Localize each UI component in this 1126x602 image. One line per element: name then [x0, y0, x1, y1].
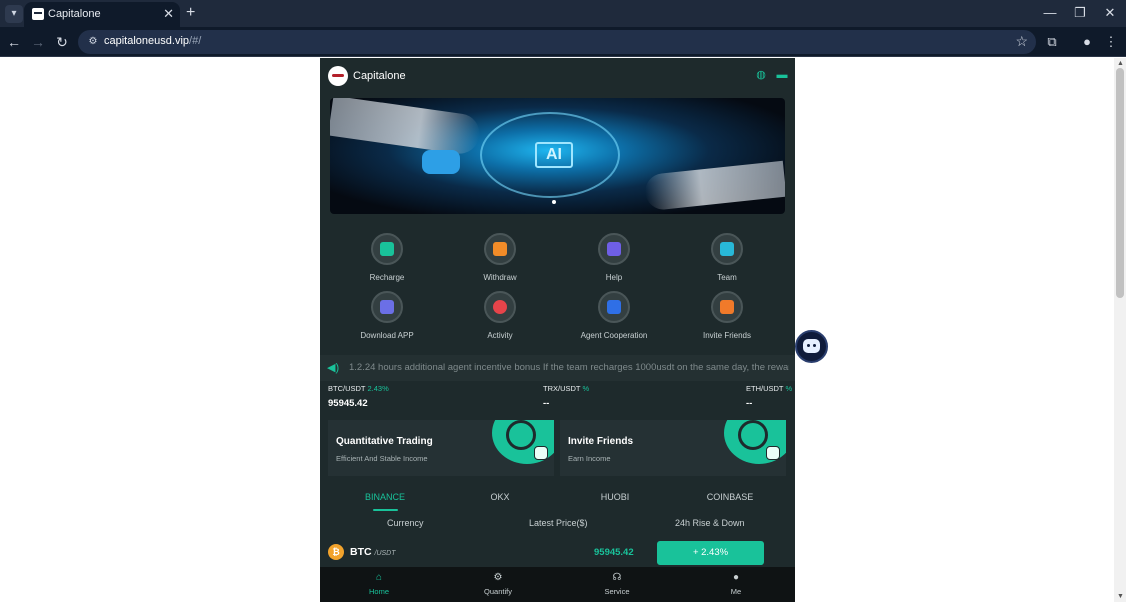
url-text[interactable]: capitaloneusd.vip/#/: [104, 35, 201, 47]
globe-icon[interactable]: ◍: [754, 68, 768, 82]
tab-binance[interactable]: BINANCE: [326, 492, 444, 502]
clock-badge-icon: [766, 446, 780, 460]
hero-banner[interactable]: AI: [330, 98, 785, 214]
tab-coinbase[interactable]: COINBASE: [671, 492, 789, 502]
robot-hand-left: [330, 98, 483, 157]
tab-title: Capitalone: [48, 8, 101, 20]
menu-kebab-icon[interactable]: ⋮: [1102, 33, 1120, 51]
support-bot-button[interactable]: [795, 330, 828, 363]
menu-download-app[interactable]: Download APP: [337, 291, 437, 347]
headset-icon: ☊: [612, 572, 622, 583]
brand-logo: [328, 66, 348, 86]
bookmark-star-icon[interactable]: ☆: [1015, 33, 1028, 50]
forward-button[interactable]: →: [29, 33, 47, 51]
browser-tab[interactable]: Capitalone ✕: [24, 2, 180, 27]
menu-activity[interactable]: Activity: [450, 291, 550, 347]
site-info-icon[interactable]: ⚙: [86, 35, 100, 49]
wallet-icon: [371, 233, 403, 265]
speaker-icon: ◀): [327, 362, 340, 374]
ticker-price: 95945.42: [328, 398, 368, 409]
notice-text: 1.2.24 hours additional agent incentive …: [349, 362, 789, 373]
menu-agent-cooperation[interactable]: Agent Cooperation: [564, 291, 664, 347]
card-title: Invite Friends: [568, 436, 634, 447]
card-subtitle: Earn Income: [568, 454, 611, 463]
nav-service[interactable]: ☊ Service: [558, 572, 676, 596]
carousel-indicator[interactable]: [552, 200, 556, 204]
bitcoin-icon: ₿: [328, 544, 344, 560]
menu-help[interactable]: Help: [564, 233, 664, 289]
bottom-nav: ⌂ Home ⚙ Quantify ☊ Service ● Me: [320, 567, 795, 602]
menu-recharge[interactable]: Recharge: [337, 233, 437, 289]
profile-icon[interactable]: ●: [1078, 33, 1096, 51]
card-subtitle: Efficient And Stable Income: [336, 454, 428, 463]
planet-icon: [492, 420, 554, 464]
scroll-down-icon[interactable]: ▼: [1117, 593, 1124, 600]
robot-head-icon: [422, 150, 460, 174]
restore-button[interactable]: ❐: [1068, 4, 1092, 22]
extensions-icon[interactable]: ⧉: [1043, 33, 1061, 51]
activity-icon: [484, 291, 516, 323]
market-row[interactable]: ₿ BTC /USDT 95945.42 + 2.43%: [320, 540, 795, 568]
omnibox[interactable]: ⚙ capitaloneusd.vip/#/ ☆: [78, 30, 1036, 54]
robot-hand-right: [643, 160, 785, 212]
banner-ai-label: AI: [535, 142, 573, 168]
nav-quantify[interactable]: ⚙ Quantify: [439, 572, 557, 596]
tab-list-button[interactable]: ▾: [5, 5, 23, 23]
ticker-trx[interactable]: TRX/USDT % --: [543, 384, 589, 409]
page-scrollbar[interactable]: ▲ ▼: [1114, 58, 1126, 602]
new-tab-button[interactable]: +: [186, 4, 195, 22]
menu-withdraw[interactable]: Withdraw: [450, 233, 550, 289]
app-container: Capitalone ◍ ▬ AI Recharge Withdraw Help…: [320, 58, 795, 602]
column-currency: Currency: [387, 518, 424, 528]
coin-symbol: BTC /USDT: [350, 546, 396, 558]
home-icon: ⌂: [375, 572, 383, 583]
document-badge-icon: [534, 446, 548, 460]
column-24h-change: 24h Rise & Down: [675, 518, 745, 528]
menu-team[interactable]: Team: [677, 233, 777, 289]
tab-okx[interactable]: OKX: [441, 492, 559, 502]
tab-huobi[interactable]: HUOBI: [556, 492, 674, 502]
menu-invite-friends[interactable]: Invite Friends: [677, 291, 777, 347]
card-title: Quantitative Trading: [336, 436, 433, 447]
back-button[interactable]: ←: [5, 33, 23, 51]
app-header: Capitalone ◍ ▬: [320, 58, 795, 94]
ticker-price: --: [746, 398, 753, 409]
coin-hand-icon: [484, 233, 516, 265]
column-latest-price: Latest Price($): [529, 518, 588, 528]
notice-bar[interactable]: ◀) 1.2.24 hours additional agent incenti…: [320, 355, 795, 381]
gift-icon: [711, 291, 743, 323]
ticker-eth[interactable]: ETH/USDT % --: [746, 384, 792, 409]
favicon-icon: [32, 8, 44, 20]
address-bar: ← → ↻ ⚙ capitaloneusd.vip/#/ ☆ ⧉ ● ⋮: [0, 27, 1126, 57]
team-icon: [711, 233, 743, 265]
minimize-button[interactable]: —: [1038, 4, 1062, 22]
card-invite-friends[interactable]: Invite Friends Earn Income: [560, 420, 786, 476]
browser-tabbar: ▾ Capitalone ✕ + — ❐ ✕: [0, 0, 1126, 27]
brand-name: Capitalone: [353, 70, 406, 82]
coin-price: 95945.42: [594, 547, 634, 558]
scroll-up-icon[interactable]: ▲: [1117, 60, 1124, 67]
folder-download-icon: [371, 291, 403, 323]
robot-icon: [803, 339, 820, 353]
book-icon: [598, 233, 630, 265]
gear-icon: ⚙: [493, 572, 503, 583]
nav-home[interactable]: ⌂ Home: [320, 572, 438, 596]
ticker-price: --: [543, 398, 550, 409]
active-tab-indicator: [373, 509, 398, 511]
message-icon[interactable]: ▬: [775, 68, 789, 82]
change-badge[interactable]: + 2.43%: [657, 541, 764, 565]
nav-me[interactable]: ● Me: [677, 572, 795, 596]
reload-button[interactable]: ↻: [53, 33, 71, 51]
card-quantitative-trading[interactable]: Quantitative Trading Efficient And Stabl…: [328, 420, 554, 476]
close-tab-icon[interactable]: ✕: [163, 6, 174, 22]
agent-icon: [598, 291, 630, 323]
dollar-coin-icon: [724, 420, 786, 464]
ticker-btc[interactable]: BTC/USDT 2.43% 95945.42: [328, 384, 389, 409]
scrollbar-thumb[interactable]: [1116, 68, 1124, 298]
close-window-button[interactable]: ✕: [1098, 4, 1122, 22]
user-icon: ●: [732, 572, 740, 583]
